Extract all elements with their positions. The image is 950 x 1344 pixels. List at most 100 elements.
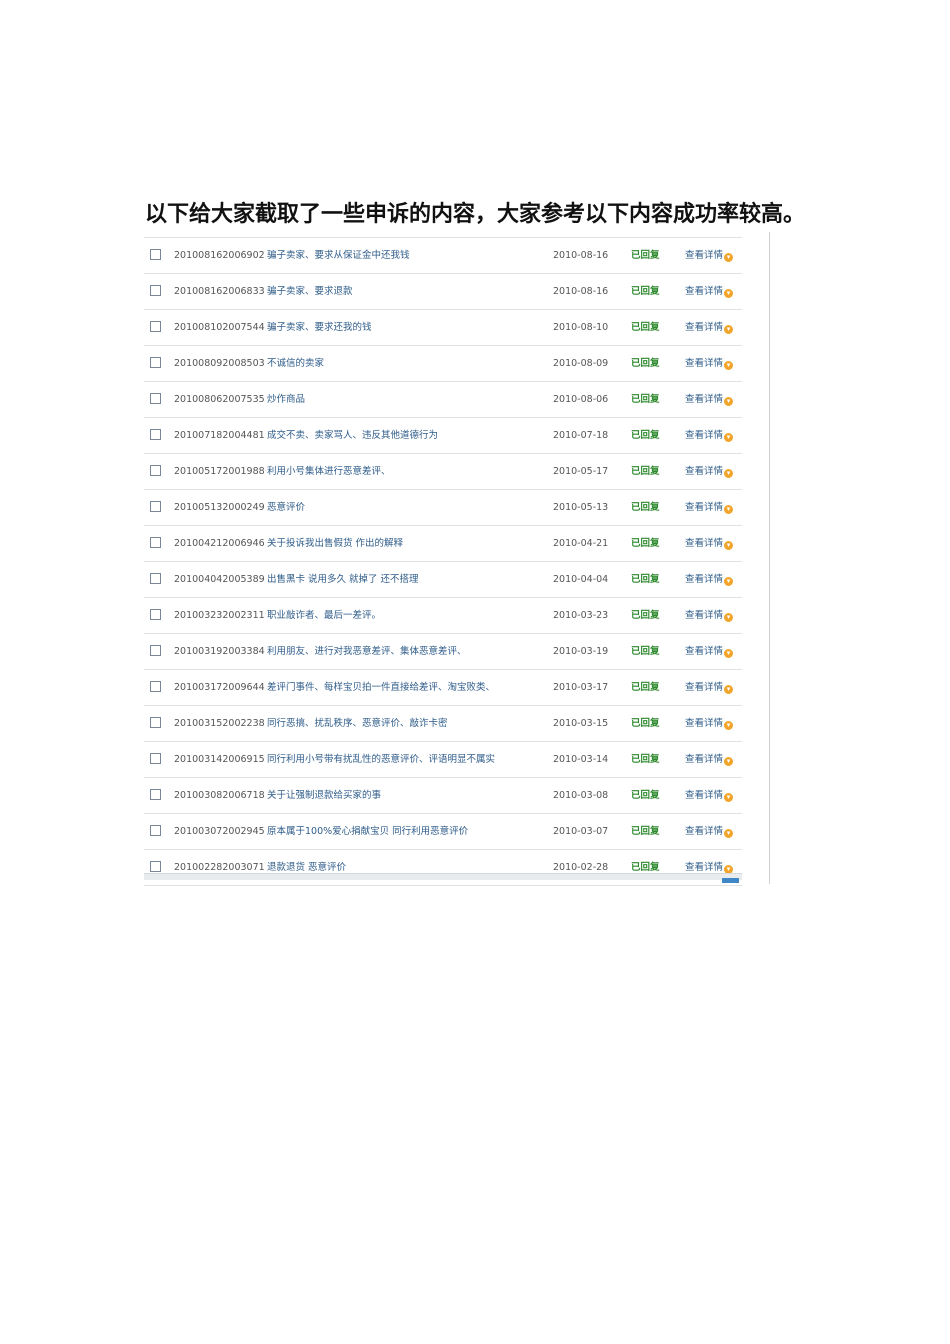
row-checkbox[interactable] <box>150 645 161 656</box>
view-detail-link[interactable]: 查看详情 ▾ <box>685 537 734 550</box>
row-checkbox[interactable] <box>150 681 161 692</box>
row-checkbox[interactable] <box>150 465 161 476</box>
complaint-title-link[interactable]: 骗子卖家、要求退款 <box>267 285 353 298</box>
chevron-down-circle-icon: ▾ <box>724 793 734 802</box>
complaint-id: 201003082006718 <box>174 790 265 801</box>
view-detail-link[interactable]: 查看详情 ▾ <box>685 285 734 298</box>
chevron-down-circle-icon: ▾ <box>724 721 734 730</box>
complaint-title-link[interactable]: 同行利用小号带有扰乱性的恶意评价、评语明显不属实 <box>267 753 495 766</box>
view-detail-label: 查看详情 <box>685 322 724 333</box>
complaint-title-link[interactable]: 炒作商品 <box>267 393 305 406</box>
complaint-title-link[interactable]: 恶意评价 <box>267 501 305 514</box>
chevron-down-circle-icon: ▾ <box>724 325 734 334</box>
complaint-title-link[interactable]: 职业敲诈者、最后一差评。 <box>267 609 381 622</box>
view-detail-link[interactable]: 查看详情 ▾ <box>685 249 734 262</box>
status-badge: 已回复 <box>631 502 660 513</box>
chevron-down-circle-icon: ▾ <box>724 253 734 262</box>
view-detail-label: 查看详情 <box>685 862 724 873</box>
view-detail-link[interactable]: 查看详情 ▾ <box>685 393 734 406</box>
table-row: 201004042005389 出售黑卡 说用多久 就掉了 还不搭理 2010-04… <box>144 562 742 598</box>
view-detail-label: 查看详情 <box>685 358 724 369</box>
view-detail-link[interactable]: 查看详情 ▾ <box>685 753 734 766</box>
complaint-title-link[interactable]: 成交不卖、卖家骂人、违反其他道德行为 <box>267 429 438 442</box>
scroll-handle[interactable] <box>722 878 739 883</box>
complaint-title-link[interactable]: 骗子卖家、要求还我的钱 <box>267 321 372 334</box>
complaint-date: 2010-05-17 <box>553 466 609 477</box>
complaint-title-link[interactable]: 利用朋友、进行对我恶意差评、集体恶意差评、 <box>267 645 467 658</box>
row-checkbox[interactable] <box>150 501 161 512</box>
complaint-title-link[interactable]: 关于投诉我出售假货 作出的解释 <box>267 537 403 550</box>
complaint-title-link[interactable]: 不诚信的卖家 <box>267 357 324 370</box>
complaint-date: 2010-08-09 <box>553 358 609 369</box>
complaint-id: 201008102007544 <box>174 322 265 333</box>
chevron-down-circle-icon: ▾ <box>724 757 734 766</box>
status-badge: 已回复 <box>631 790 660 801</box>
complaint-date: 2010-07-18 <box>553 430 609 441</box>
status-badge: 已回复 <box>631 610 660 621</box>
complaint-title-link[interactable]: 原本属于100%爱心捐献宝贝 同行利用恶意评价 <box>267 825 468 838</box>
table-row: 201003082006718 关于让强制退款给买家的事 2010-03-08 已回复… <box>144 778 742 814</box>
row-checkbox[interactable] <box>150 393 161 404</box>
view-detail-link[interactable]: 查看详情 ▾ <box>685 609 734 622</box>
complaint-title-link[interactable]: 同行恶搞、扰乱秩序、恶意评价、敲诈卡密 <box>267 717 448 730</box>
complaint-title-link[interactable]: 利用小号集体进行恶意差评、 <box>267 465 391 478</box>
row-checkbox[interactable] <box>150 789 161 800</box>
chevron-down-circle-icon: ▾ <box>724 289 734 298</box>
row-checkbox[interactable] <box>150 429 161 440</box>
row-checkbox[interactable] <box>150 717 161 728</box>
row-checkbox[interactable] <box>150 825 161 836</box>
view-detail-label: 查看详情 <box>685 250 724 261</box>
view-detail-label: 查看详情 <box>685 538 724 549</box>
view-detail-link[interactable]: 查看详情 ▾ <box>685 429 734 442</box>
view-detail-link[interactable]: 查看详情 ▾ <box>685 573 734 586</box>
view-detail-link[interactable]: 查看详情 ▾ <box>685 501 734 514</box>
complaint-id: 201003072002945 <box>174 826 265 837</box>
table-row: 201003192003384 利用朋友、进行对我恶意差评、集体恶意差评、 2010… <box>144 634 742 670</box>
screenshot-border <box>769 232 770 884</box>
view-detail-link[interactable]: 查看详情 ▾ <box>685 789 734 802</box>
complaint-date: 2010-08-16 <box>553 250 609 261</box>
view-detail-link[interactable]: 查看详情 ▾ <box>685 465 734 478</box>
complaint-date: 2010-03-08 <box>553 790 609 801</box>
status-badge: 已回复 <box>631 718 660 729</box>
row-checkbox[interactable] <box>150 357 161 368</box>
row-checkbox[interactable] <box>150 537 161 548</box>
row-checkbox[interactable] <box>150 753 161 764</box>
complaint-table: 201008162006902 骗子卖家、要求从保证金中还我钱 2010-08-16… <box>144 237 742 886</box>
complaint-title-link[interactable]: 出售黑卡 说用多久 就掉了 还不搭理 <box>267 573 419 586</box>
table-row: 201002282003071 退款退货 恶意评价 2010-02-28 已回复 查看详… <box>144 850 742 886</box>
view-detail-link[interactable]: 查看详情 ▾ <box>685 681 734 694</box>
complaint-date: 2010-03-07 <box>553 826 609 837</box>
complaint-id: 201008062007535 <box>174 394 265 405</box>
complaint-title-link[interactable]: 关于让强制退款给买家的事 <box>267 789 381 802</box>
chevron-down-circle-icon: ▾ <box>724 433 734 442</box>
view-detail-label: 查看详情 <box>685 610 724 621</box>
view-detail-link[interactable]: 查看详情 ▾ <box>685 717 734 730</box>
status-badge: 已回复 <box>631 250 660 261</box>
view-detail-label: 查看详情 <box>685 502 724 513</box>
view-detail-label: 查看详情 <box>685 286 724 297</box>
chevron-down-circle-icon: ▾ <box>724 829 734 838</box>
table-row: 201008162006833 骗子卖家、要求退款 2010-08-16 已回复 查看详… <box>144 274 742 310</box>
view-detail-link[interactable]: 查看详情 ▾ <box>685 357 734 370</box>
row-checkbox[interactable] <box>150 285 161 296</box>
chevron-down-circle-icon: ▾ <box>724 649 734 658</box>
view-detail-label: 查看详情 <box>685 682 724 693</box>
complaint-date: 2010-03-14 <box>553 754 609 765</box>
complaint-title-link[interactable]: 差评门事件、每样宝贝拍一件直接给差评、淘宝败类、 <box>267 681 495 694</box>
complaint-title-link[interactable]: 骗子卖家、要求从保证金中还我钱 <box>267 249 410 262</box>
complaint-id: 201004042005389 <box>174 574 265 585</box>
complaint-date: 2010-08-16 <box>553 286 609 297</box>
row-checkbox[interactable] <box>150 609 161 620</box>
view-detail-link[interactable]: 查看详情 ▾ <box>685 321 734 334</box>
view-detail-link[interactable]: 查看详情 ▾ <box>685 825 734 838</box>
view-detail-link[interactable]: 查看详情 ▾ <box>685 645 734 658</box>
status-badge: 已回复 <box>631 466 660 477</box>
row-checkbox[interactable] <box>150 861 161 872</box>
row-checkbox[interactable] <box>150 573 161 584</box>
row-checkbox[interactable] <box>150 321 161 332</box>
row-checkbox[interactable] <box>150 249 161 260</box>
complaint-id: 201008162006833 <box>174 286 265 297</box>
complaint-date: 2010-03-19 <box>553 646 609 657</box>
status-badge: 已回复 <box>631 286 660 297</box>
